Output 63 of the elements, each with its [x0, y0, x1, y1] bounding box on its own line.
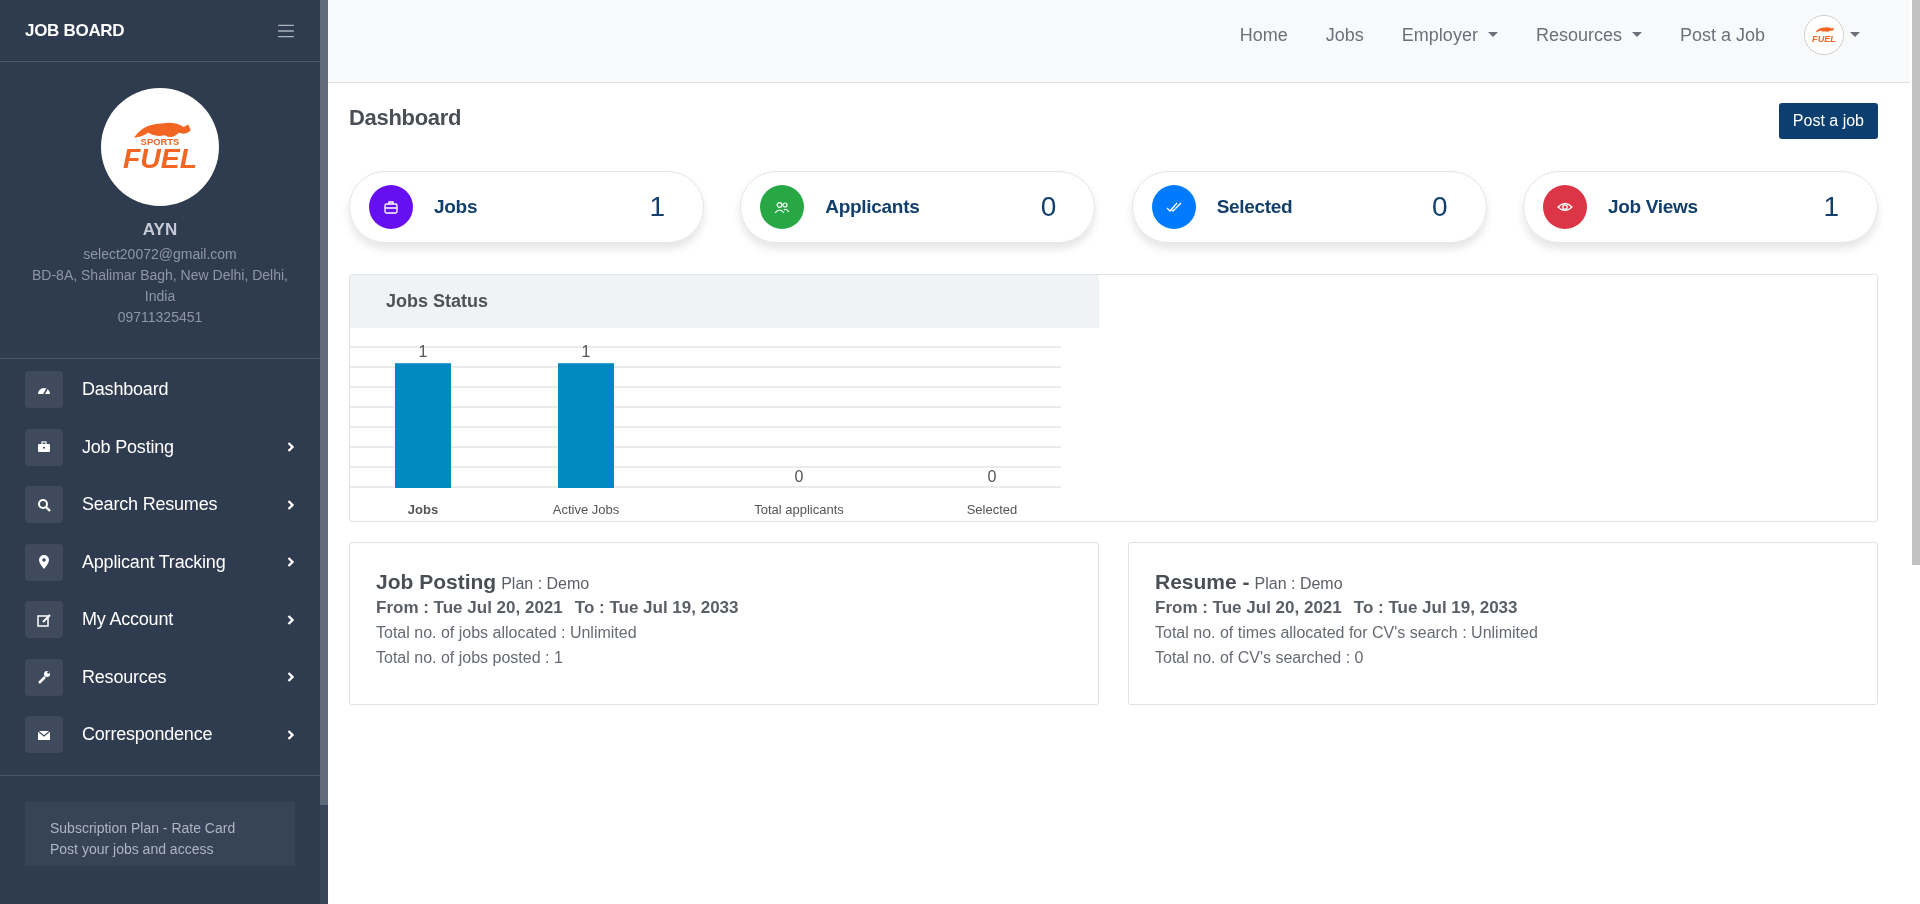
axis-label: Jobs [407, 502, 439, 517]
chart-title: Jobs Status [350, 275, 1099, 328]
data-label: 0 [794, 468, 804, 485]
axis-label: Selected [966, 502, 1018, 517]
axis-label: Total applicants [754, 502, 844, 517]
plan-title: Resume - [1155, 570, 1250, 594]
data-label: 1 [418, 343, 428, 361]
envelope-icon [25, 716, 63, 754]
stat-value: 1 [1823, 191, 1839, 223]
plan-detail: Total no. of times allocated for CV's search : Unlimited [1155, 623, 1539, 643]
email-text: select20072@gmail.com [83, 245, 237, 264]
promo-title: Subscription Plan - Rate Card [50, 819, 237, 838]
page-title: Dashboard [349, 105, 462, 131]
avatar-logo: FUEL [1804, 15, 1844, 55]
briefcase-icon [25, 428, 63, 466]
address-text: BD-8A, Shalimar Bagh, New Delhi, Delhi, India [31, 266, 289, 306]
from-date: From : Tue Jul 20, 2021 [376, 598, 563, 618]
plan-name: Plan : Demo [1254, 575, 1343, 593]
sidebar-item[interactable]: Applicant Tracking [0, 533, 320, 591]
axis-label: Active Jobs [552, 502, 620, 517]
stat-value: 1 [649, 191, 665, 223]
sidebar-item[interactable]: Resources [0, 648, 320, 706]
company-name: AYN [142, 220, 178, 240]
stat-value: 0 [1432, 191, 1448, 223]
nav-link[interactable]: Resources [1516, 24, 1661, 46]
gauge-icon [25, 371, 63, 409]
nav-link[interactable]: Post a Job [1660, 24, 1784, 46]
scroll-bar[interactable] [1912, 0, 1920, 565]
sidebar-item[interactable]: Job Posting [0, 418, 320, 476]
company-logo: SPORTS FUEL [101, 88, 219, 206]
caret-down-icon [1850, 32, 1860, 38]
sidebar-item[interactable]: My Account [0, 591, 320, 649]
plan-title: Job Posting [376, 570, 497, 594]
brand-title: JOB BOARD [25, 20, 125, 41]
nav-link[interactable]: Employer [1382, 24, 1517, 46]
data-label: 1 [581, 343, 591, 361]
plan-detail: Total no. of CV's searched : 0 [1155, 648, 1365, 668]
plan-detail: Total no. of jobs posted : 1 [376, 648, 564, 668]
promo-text: Post your jobs and access [50, 840, 215, 859]
stat-label: Applicants [825, 196, 920, 218]
menu-icon[interactable] [277, 23, 295, 38]
plan-detail: Total no. of jobs allocated : Unlimited [376, 623, 638, 643]
search-icon [25, 486, 63, 524]
nav-link[interactable]: Jobs [1306, 24, 1383, 46]
to-date: To : Tue Jul 19, 2033 [574, 598, 739, 618]
stat-value: 0 [1040, 191, 1057, 223]
stat-label: Job Views [1608, 196, 1698, 218]
plan-name: Plan : Demo [501, 575, 590, 593]
stat-label: Selected [1216, 196, 1293, 218]
data-label: 0 [987, 468, 997, 485]
map-pin-icon [25, 543, 63, 581]
phone-text: 09711325451 [117, 308, 203, 327]
from-date: From : Tue Jul 20, 2021 [1155, 598, 1342, 618]
stat-label: Jobs [434, 196, 478, 218]
sidebar-item[interactable]: Dashboard [0, 361, 320, 419]
scroll-bar[interactable] [320, 0, 328, 805]
nav-link[interactable]: Home [1220, 24, 1307, 46]
edit-icon [25, 601, 63, 639]
sidebar-item[interactable]: Search Resumes [0, 476, 320, 534]
post-job-button[interactable]: Post a job [1778, 103, 1878, 139]
sidebar-item[interactable]: Correspondence [0, 706, 320, 764]
wrench-icon [25, 658, 63, 696]
to-date: To : Tue Jul 19, 2033 [1353, 598, 1518, 618]
